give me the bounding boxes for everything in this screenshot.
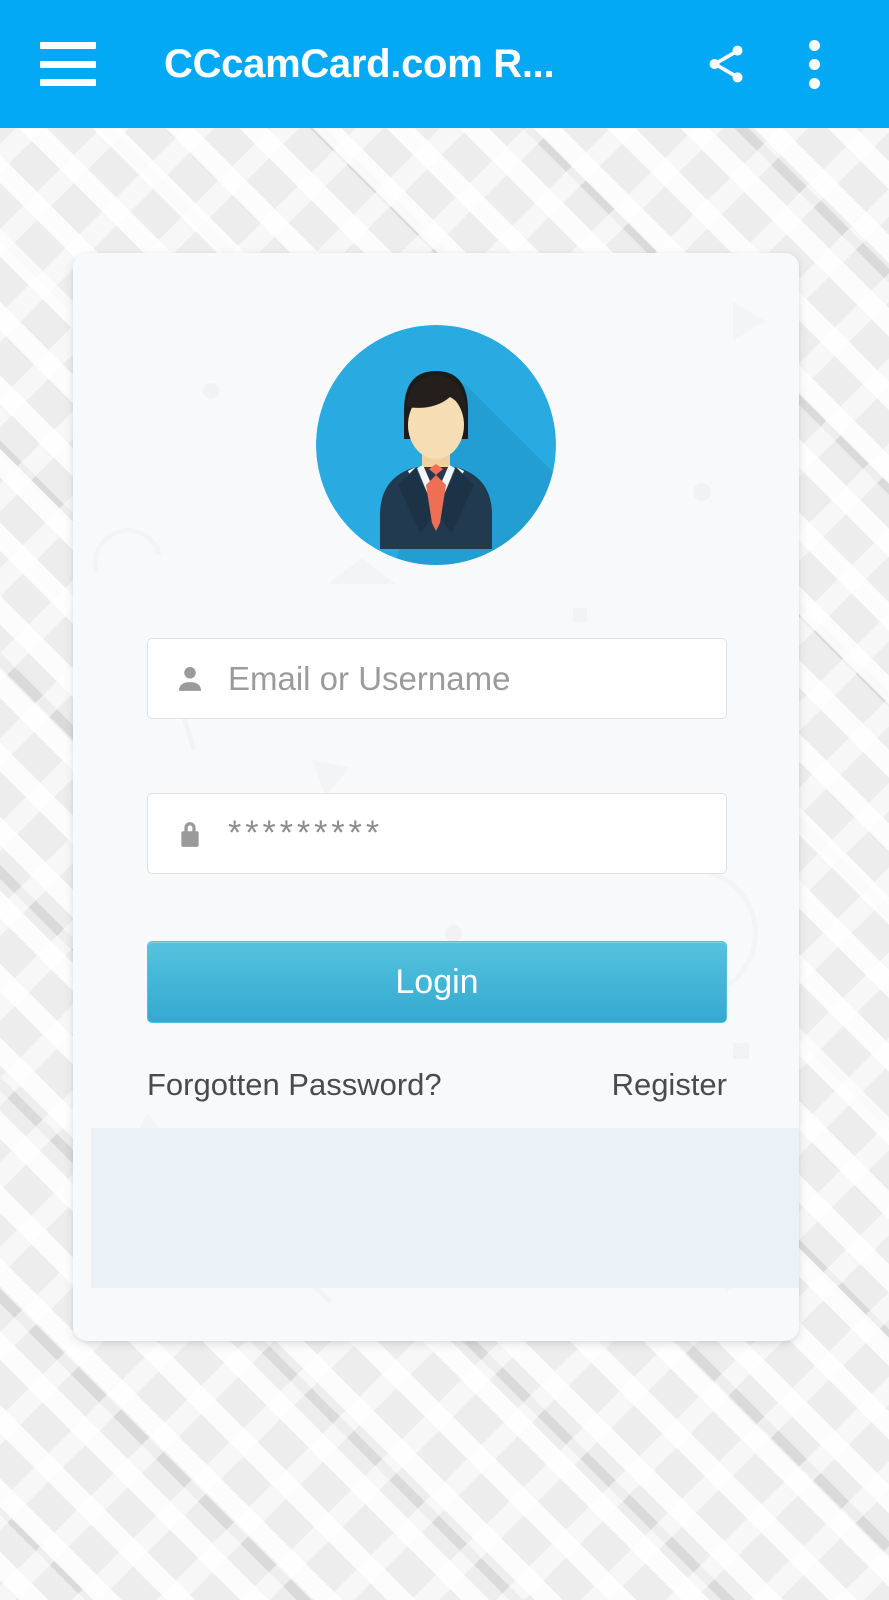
lock-icon: [172, 818, 208, 850]
decorative-square: [573, 608, 587, 622]
hamburger-bar: [40, 60, 96, 68]
username-input-value: Email or Username: [228, 659, 511, 697]
overflow-menu-button[interactable]: [777, 27, 851, 101]
avatar: [316, 325, 556, 565]
login-card: Email or Username ********* Login Forgot…: [73, 253, 799, 1341]
auth-links: Forgotten Password? Register: [147, 1067, 727, 1103]
decorative-square: [733, 1043, 749, 1059]
decorative-triangle: [733, 301, 765, 341]
dot: [808, 77, 820, 89]
app-toolbar: CCcamCard.com R...: [0, 0, 889, 128]
share-icon: [709, 45, 743, 83]
login-button[interactable]: Login: [147, 941, 727, 1023]
page-title: CCcamCard.com R...: [164, 41, 555, 86]
hamburger-bar: [40, 42, 96, 49]
ad-banner[interactable]: [91, 1128, 799, 1288]
user-avatar-businessman-icon: [316, 325, 556, 565]
register-link[interactable]: Register: [612, 1067, 727, 1103]
decorative-dot: [203, 383, 219, 399]
decorative-dot: [693, 483, 711, 501]
login-form: Email or Username ********* Login Forgot…: [147, 638, 727, 1103]
username-field[interactable]: Email or Username: [147, 638, 727, 719]
toolbar-actions: [689, 27, 889, 101]
decorative-arc: [80, 515, 176, 611]
forgotten-password-link[interactable]: Forgotten Password?: [147, 1067, 442, 1103]
dot: [808, 58, 820, 70]
person-icon: [172, 663, 208, 695]
dot: [808, 39, 820, 51]
hamburger-bar: [40, 79, 96, 86]
password-field[interactable]: *********: [147, 793, 727, 874]
share-button[interactable]: [689, 27, 763, 101]
hamburger-menu-icon[interactable]: [40, 42, 96, 86]
more-vertical-icon: [808, 39, 820, 89]
password-input-value: *********: [228, 814, 384, 852]
